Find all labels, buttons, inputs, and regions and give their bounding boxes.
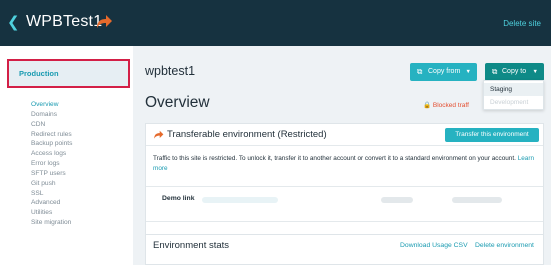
sidebar-item-cdn[interactable]: CDN xyxy=(31,120,72,130)
sidebar-item-ssl[interactable]: SSL xyxy=(31,189,72,199)
sidebar-item-redirect-rules[interactable]: Redirect rules xyxy=(31,130,72,140)
sidebar-item-advanced[interactable]: Advanced xyxy=(31,198,72,208)
sidebar-item-access-logs[interactable]: Access logs xyxy=(31,149,72,159)
site-title: WPBTest1 xyxy=(26,13,103,30)
notice-text: Traffic to this site is restricted. To u… xyxy=(153,155,516,162)
sidebar-item-error-logs[interactable]: Error logs xyxy=(31,159,72,169)
environment-name: wpbtest1 xyxy=(145,64,196,78)
copy-icon: ⧉ xyxy=(492,67,498,76)
sidebar: Production Overview Domains CDN Redirect… xyxy=(0,46,133,265)
download-usage-csv-link[interactable]: Download Usage CSV xyxy=(400,242,468,249)
sidebar-item-git-push[interactable]: Git push xyxy=(31,179,72,189)
blurred-demo-url[interactable] xyxy=(202,197,278,203)
environment-selector[interactable]: Production xyxy=(7,59,130,88)
delete-environment-link[interactable]: Delete environment xyxy=(475,242,534,249)
copy-icon: ⧉ xyxy=(417,67,423,76)
card-header: Transferable environment (Restricted) Tr… xyxy=(146,124,543,146)
chevron-down-icon: ▼ xyxy=(465,69,471,75)
copy-to-dropdown: Staging Development xyxy=(483,80,544,110)
copy-from-label: Copy from xyxy=(428,68,461,75)
transfer-arrow-icon xyxy=(97,15,112,28)
sidebar-item-domains[interactable]: Domains xyxy=(31,110,72,120)
sidebar-item-site-migration[interactable]: Site migration xyxy=(31,218,72,228)
copy-to-label: Copy to xyxy=(502,68,527,75)
environment-label: Production xyxy=(19,69,59,78)
sidebar-item-sftp-users[interactable]: SFTP users xyxy=(31,169,72,179)
sidebar-menu: Overview Domains CDN Redirect rules Back… xyxy=(31,100,72,228)
copy-to-button[interactable]: ⧉ Copy to ▼ xyxy=(485,63,544,81)
blocked-traffic-label: Blocked traff xyxy=(432,102,469,109)
transfer-arrow-icon xyxy=(154,130,164,139)
demo-link-label: Demo link xyxy=(162,195,195,202)
stats-title: Environment stats xyxy=(153,240,230,251)
blocked-traffic-badge: 🔒 Blocked traff xyxy=(423,102,469,109)
sidebar-item-overview[interactable]: Overview xyxy=(31,100,72,110)
card-title: Transferable environment (Restricted) xyxy=(167,129,327,140)
environment-stats-card: Environment stats Download Usage CSV Del… xyxy=(145,234,544,265)
restriction-notice: Traffic to this site is restricted. To u… xyxy=(153,154,538,174)
back-arrow-icon[interactable]: ❮ xyxy=(7,14,20,30)
divider xyxy=(146,221,543,222)
copy-from-button[interactable]: ⧉ Copy from ▼ xyxy=(410,63,477,81)
transferable-environment-card: Transferable environment (Restricted) Tr… xyxy=(145,123,544,239)
delete-site-link[interactable]: Delete site xyxy=(503,19,541,28)
blurred-field xyxy=(381,197,413,203)
main-panel: wpbtest1 ⧉ Copy from ▼ ⧉ Copy to ▼ Overv… xyxy=(138,46,551,265)
sidebar-item-backup-points[interactable]: Backup points xyxy=(31,139,72,149)
dropdown-item-development[interactable]: Development xyxy=(484,96,543,109)
divider xyxy=(146,186,543,187)
top-header: ❮ WPBTest1 Delete site xyxy=(0,0,551,46)
page-title: Overview xyxy=(145,94,210,111)
chevron-down-icon: ▼ xyxy=(532,69,538,75)
dropdown-item-staging[interactable]: Staging xyxy=(484,83,543,96)
transfer-environment-button[interactable]: Transfer this environment xyxy=(445,128,539,142)
blurred-field xyxy=(452,197,502,203)
sidebar-item-utilities[interactable]: Utilities xyxy=(31,208,72,218)
